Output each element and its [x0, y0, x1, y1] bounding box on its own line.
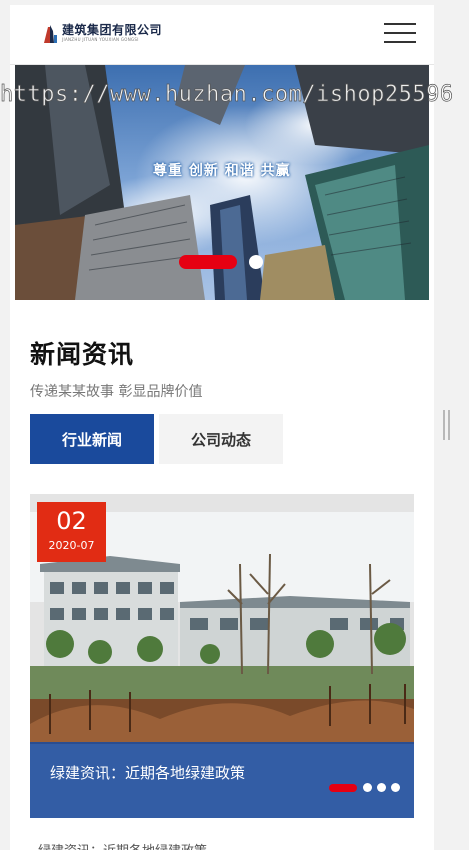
next-news-item[interactable]: 绿建资讯：近期各地绿建政策: [38, 840, 207, 850]
section-title: 新闻资讯: [30, 340, 135, 369]
banner-pagination: [179, 255, 263, 269]
scrollbar-handle[interactable]: [443, 410, 450, 440]
news-section-header: 新闻资讯 传递某某故事 彰显品牌价值: [30, 335, 414, 401]
tab-company-news[interactable]: 公司动态: [159, 414, 283, 464]
building-logo-icon: [44, 25, 57, 43]
logo[interactable]: 建筑集团有限公司 JIANZHU JITUAN YOUXIAN GONGSI: [42, 23, 162, 43]
banner-dot-2[interactable]: [249, 255, 263, 269]
section-subtitle: 传递某某故事 彰显品牌价值: [30, 384, 203, 400]
date-year-month: 2020-07: [48, 539, 95, 552]
url-watermark: https://www.huzhan.com/ishop25596: [0, 82, 454, 108]
news-dot-4[interactable]: [391, 783, 400, 792]
news-dot-2[interactable]: [363, 783, 372, 792]
banner-dot-1[interactable]: [179, 255, 237, 269]
news-tabs: 行业新闻 公司动态: [30, 414, 283, 464]
news-caption-bar: 绿建资讯：近期各地绿建政策: [30, 742, 414, 818]
news-caption[interactable]: 绿建资讯：近期各地绿建政策: [50, 762, 245, 783]
news-dot-3[interactable]: [377, 783, 386, 792]
featured-news-card[interactable]: 02 2020-07 绿建资讯：近期各地绿建政策: [30, 494, 414, 818]
news-dot-1[interactable]: [329, 783, 357, 792]
date-day: 02: [56, 507, 87, 535]
page: 建筑集团有限公司 JIANZHU JITUAN YOUXIAN GONGSI 尊…: [10, 5, 434, 850]
logo-english-name: JIANZHU JITUAN YOUXIAN GONGSI: [62, 37, 139, 42]
news-pagination: [329, 783, 400, 792]
site-header: 建筑集团有限公司 JIANZHU JITUAN YOUXIAN GONGSI: [10, 5, 434, 65]
tab-industry-news[interactable]: 行业新闻: [30, 414, 154, 464]
hamburger-menu-icon[interactable]: [384, 23, 416, 45]
logo-company-name: 建筑集团有限公司: [62, 23, 163, 37]
date-badge: 02 2020-07: [37, 502, 106, 562]
banner-slogan: 尊重 创新 和谐 共赢: [153, 163, 291, 179]
